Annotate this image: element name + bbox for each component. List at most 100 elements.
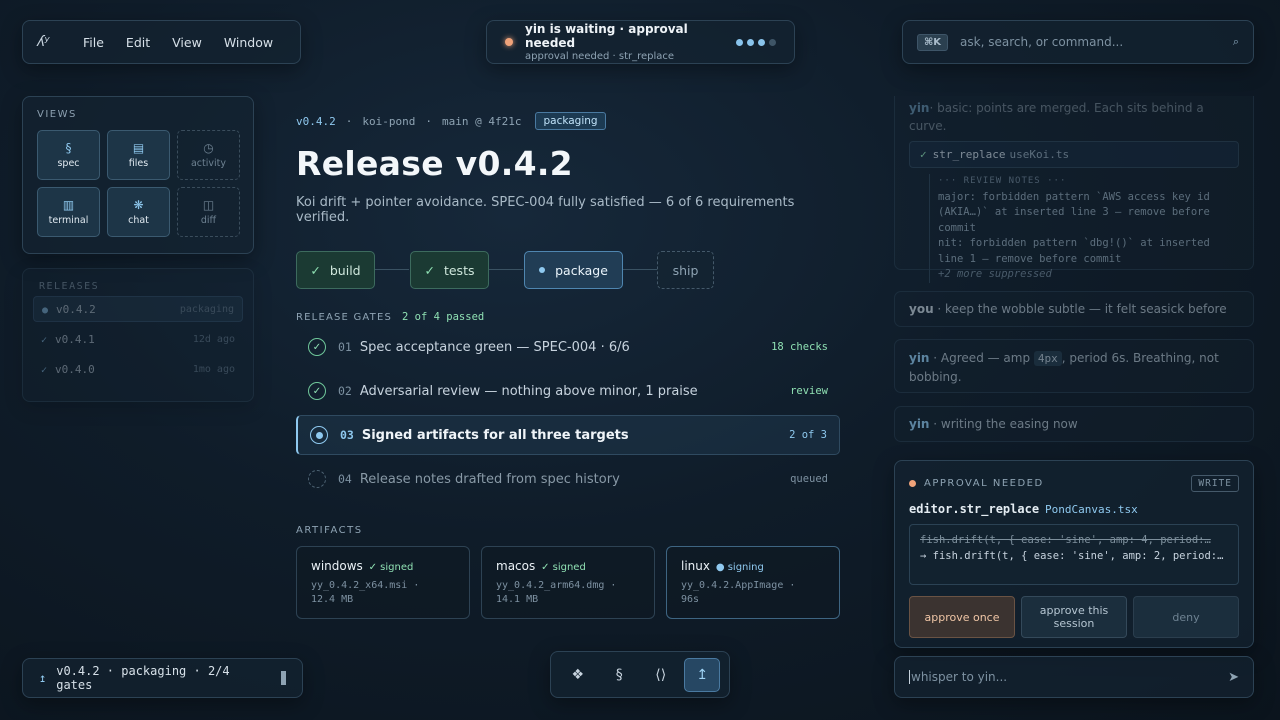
view-label: diff	[200, 215, 217, 226]
view-label: spec	[57, 158, 80, 169]
deny-button[interactable]: deny	[1133, 596, 1239, 638]
artifact-card[interactable]: windows ✓ signed yy_0.4.2_x64.msi · 12.4 …	[296, 546, 470, 619]
gate-row[interactable]: 03 Signed artifacts for all three target…	[296, 415, 840, 455]
tool-call[interactable]: ✓ str_replace useKoi.ts	[909, 141, 1239, 168]
page-title: Release v0.4.2	[296, 144, 573, 183]
terminal-icon: ▥	[62, 198, 75, 212]
message-text: · basic: points are merged. Each sits be…	[909, 101, 1204, 133]
artifact-size: 14.1 MB	[496, 594, 539, 605]
diff-icon: ◫	[202, 198, 215, 212]
review-more: +2 more suppressed	[938, 268, 1052, 280]
waiting-indicator-icon	[505, 38, 513, 46]
view-spec-button[interactable]: § spec	[37, 130, 100, 180]
whisper-input[interactable]	[909, 670, 1229, 684]
tool-file: useKoi.ts	[1009, 148, 1070, 161]
gate-status: review	[790, 385, 828, 397]
progress-dot-icon	[769, 38, 776, 46]
approve-once-button[interactable]: approve once	[909, 596, 1015, 638]
review-notes: ··· REVIEW NOTES ··· major: forbidden pa…	[929, 174, 1239, 283]
current-dot-icon: ●	[42, 304, 49, 316]
release-row[interactable]: ✓ v0.4.0 1mo ago	[33, 356, 243, 382]
message-text: · Agreed — amp	[929, 351, 1034, 365]
gate-number: 01	[338, 340, 352, 354]
command-bar: ⌘K ⌕	[902, 20, 1254, 64]
review-note: nit: forbidden pattern `dbg!()` at inser…	[938, 237, 1210, 265]
chat-icon: ❋	[133, 198, 144, 212]
message-author: yin	[909, 417, 930, 431]
artifact-card[interactable]: linux ● signing yy_0.4.2.AppImage · 96s	[666, 546, 840, 619]
menu-view[interactable]: View	[172, 35, 202, 50]
gates-label: RELEASE GATES	[296, 311, 393, 323]
dock-release-icon[interactable]: ↥	[684, 657, 721, 692]
command-input[interactable]	[960, 35, 1233, 49]
upload-icon: ↥	[39, 671, 47, 685]
artifact-size: 12.4 MB	[311, 594, 354, 605]
view-label: terminal	[48, 215, 89, 226]
progress-dots	[736, 38, 776, 46]
menu-edit[interactable]: Edit	[126, 35, 150, 50]
pipeline: ✓ build ✓ tests package ship	[296, 251, 840, 289]
view-files-button[interactable]: ▤ files	[107, 130, 170, 180]
progress-dot-icon	[747, 38, 754, 46]
check-icon: ✓	[310, 262, 321, 278]
gate-row[interactable]: ✓ 01 Spec acceptance green — SPEC-004 · …	[296, 327, 840, 367]
status-title: yin is waiting · approval needed	[525, 22, 688, 50]
dock-code-icon[interactable]: ⟨⟩	[643, 658, 679, 692]
release-row[interactable]: ✓ v0.4.1 12d ago	[33, 326, 243, 352]
menu-bar: ʎʸ File Edit View Window	[22, 20, 301, 64]
view-label: chat	[128, 215, 149, 226]
message-author: yin	[909, 101, 930, 115]
release-version: v0.4.2	[56, 302, 96, 316]
gate-row[interactable]: ✓ 02 Adversarial review — nothing above …	[296, 371, 840, 411]
releases-label: RELEASES	[39, 281, 100, 292]
view-terminal-button[interactable]: ▥ terminal	[37, 187, 100, 237]
dock-spec-icon[interactable]: §	[601, 658, 637, 692]
stage-ship[interactable]: ship	[657, 251, 714, 289]
whisper-bar: ➤	[894, 656, 1254, 698]
menu-window[interactable]: Window	[224, 35, 273, 50]
release-row[interactable]: ● v0.4.2 packaging	[33, 296, 243, 322]
artifact-card[interactable]: macos ✓ signed yy_0.4.2_arm64.dmg · 14.1 …	[481, 546, 655, 619]
separator: ·	[345, 114, 353, 128]
gates-count: 2 of 4 passed	[402, 311, 485, 323]
message-text: · writing the easing now	[929, 417, 1078, 431]
artifacts-list: windows ✓ signed yy_0.4.2_x64.msi · 12.4 …	[296, 546, 840, 619]
stage-package[interactable]: package	[524, 251, 623, 289]
gate-label: Adversarial review — nothing above minor…	[359, 383, 698, 399]
app-logo-icon[interactable]: ʎʸ	[37, 34, 67, 50]
release-version: v0.4.0	[55, 362, 95, 376]
separator: ·	[425, 114, 432, 128]
status-badge: packaging	[535, 112, 606, 130]
check-icon: ✓	[41, 364, 48, 376]
artifact-size: 96s	[681, 594, 700, 605]
inline-code: 4px	[1033, 351, 1062, 366]
view-chat-button[interactable]: ❋ chat	[107, 187, 170, 237]
approval-label: APPROVAL NEEDED	[924, 478, 1044, 489]
gate-label: Spec acceptance green — SPEC-004 · 6/6	[359, 339, 630, 355]
stage-build[interactable]: ✓ build	[296, 251, 375, 289]
chat-thread: yin· basic: points are merged. Each sits…	[894, 96, 1254, 452]
spec-icon: §	[65, 141, 72, 155]
release-meta: 1mo ago	[192, 363, 235, 375]
view-label: activity	[190, 158, 227, 169]
menu-file[interactable]: File	[83, 35, 104, 50]
approve-session-button[interactable]: approve this session	[1021, 596, 1127, 638]
chat-message: yin · Agreed — amp 4px, period 6s. Breat…	[894, 339, 1254, 393]
stage-tests[interactable]: ✓ tests	[410, 251, 489, 289]
release-detail: v0.4.2 · koi-pond · main @ 4f21c packagi…	[296, 112, 840, 619]
pipeline-connector	[489, 269, 523, 270]
releases-panel: RELEASES ● v0.4.2 packaging ✓ v0.4.1 12d a…	[22, 268, 254, 402]
view-activity-button[interactable]: ◷ activity	[177, 130, 240, 180]
search-icon[interactable]: ⌕	[1233, 35, 1239, 49]
views-label: VIEWS	[37, 109, 77, 120]
view-diff-button[interactable]: ◫ diff	[177, 187, 240, 237]
release-meta: packaging	[179, 303, 234, 315]
send-icon[interactable]: ➤	[1228, 670, 1239, 685]
artifact-name: macos	[496, 559, 536, 573]
gate-row[interactable]: 04 Release notes drafted from spec histo…	[296, 459, 840, 499]
diff-removed-line: fish.drift(t, { ease: 'sine', amp: 4, pe…	[920, 534, 1211, 546]
view-label: files	[128, 158, 149, 169]
status-text: v0.4.2 · packaging · 2/4 gates	[56, 664, 230, 692]
agent-status-pill[interactable]: yin is waiting · approval needed approva…	[486, 20, 795, 64]
dock-overview-icon[interactable]: ❖	[560, 658, 596, 692]
